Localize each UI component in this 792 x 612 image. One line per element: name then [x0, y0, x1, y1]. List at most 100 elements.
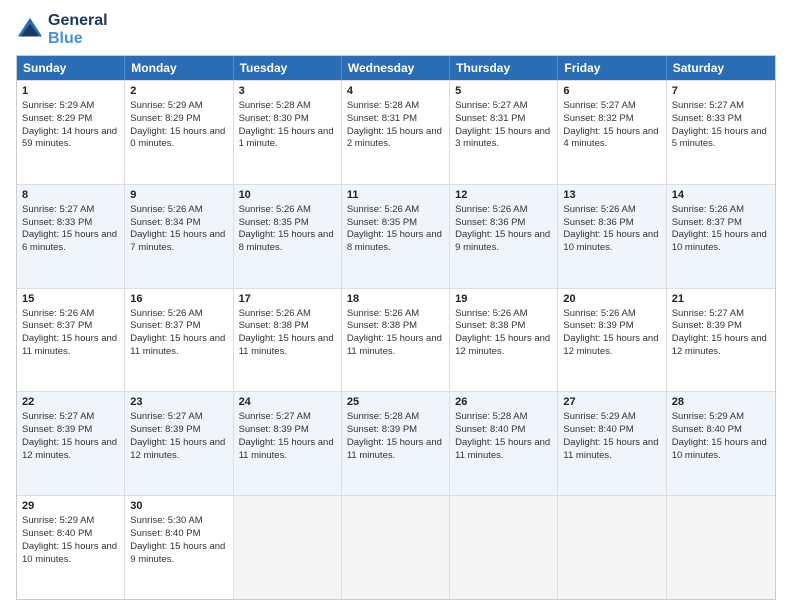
day-cell-2: 2Sunrise: 5:29 AMSunset: 8:29 PMDaylight…	[125, 81, 233, 184]
day-info: Sunrise: 5:26 AMSunset: 8:36 PMDaylight:…	[455, 204, 550, 253]
day-info: Sunrise: 5:27 AMSunset: 8:33 PMDaylight:…	[672, 100, 767, 149]
day-number: 22	[22, 395, 119, 410]
day-number: 7	[672, 84, 770, 99]
day-cell-30: 30Sunrise: 5:30 AMSunset: 8:40 PMDayligh…	[125, 496, 233, 599]
day-info: Sunrise: 5:26 AMSunset: 8:34 PMDaylight:…	[130, 204, 225, 253]
day-info: Sunrise: 5:26 AMSunset: 8:38 PMDaylight:…	[239, 308, 334, 357]
day-header-friday: Friday	[558, 56, 666, 80]
day-header-monday: Monday	[125, 56, 233, 80]
day-cell-21: 21Sunrise: 5:27 AMSunset: 8:39 PMDayligh…	[667, 289, 775, 392]
day-info: Sunrise: 5:29 AMSunset: 8:40 PMDaylight:…	[672, 411, 767, 460]
day-cell-15: 15Sunrise: 5:26 AMSunset: 8:37 PMDayligh…	[17, 289, 125, 392]
day-cell-12: 12Sunrise: 5:26 AMSunset: 8:36 PMDayligh…	[450, 185, 558, 288]
day-info: Sunrise: 5:26 AMSunset: 8:38 PMDaylight:…	[347, 308, 442, 357]
calendar-header: SundayMondayTuesdayWednesdayThursdayFrid…	[17, 56, 775, 80]
calendar-row: 15Sunrise: 5:26 AMSunset: 8:37 PMDayligh…	[17, 288, 775, 392]
page: General Blue SundayMondayTuesdayWednesda…	[0, 0, 792, 612]
day-cell-27: 27Sunrise: 5:29 AMSunset: 8:40 PMDayligh…	[558, 392, 666, 495]
day-info: Sunrise: 5:28 AMSunset: 8:30 PMDaylight:…	[239, 100, 334, 149]
day-cell-23: 23Sunrise: 5:27 AMSunset: 8:39 PMDayligh…	[125, 392, 233, 495]
day-cell-13: 13Sunrise: 5:26 AMSunset: 8:36 PMDayligh…	[558, 185, 666, 288]
day-cell-28: 28Sunrise: 5:29 AMSunset: 8:40 PMDayligh…	[667, 392, 775, 495]
day-cell-10: 10Sunrise: 5:26 AMSunset: 8:35 PMDayligh…	[234, 185, 342, 288]
day-info: Sunrise: 5:27 AMSunset: 8:39 PMDaylight:…	[239, 411, 334, 460]
day-number: 2	[130, 84, 227, 99]
day-cell-1: 1Sunrise: 5:29 AMSunset: 8:29 PMDaylight…	[17, 81, 125, 184]
day-info: Sunrise: 5:26 AMSunset: 8:37 PMDaylight:…	[672, 204, 767, 253]
calendar-body: 1Sunrise: 5:29 AMSunset: 8:29 PMDaylight…	[17, 80, 775, 599]
day-info: Sunrise: 5:27 AMSunset: 8:39 PMDaylight:…	[22, 411, 117, 460]
empty-cell	[558, 496, 666, 599]
day-info: Sunrise: 5:29 AMSunset: 8:40 PMDaylight:…	[22, 515, 117, 564]
day-number: 17	[239, 292, 336, 307]
day-number: 27	[563, 395, 660, 410]
logo-icon	[16, 16, 44, 44]
day-cell-29: 29Sunrise: 5:29 AMSunset: 8:40 PMDayligh…	[17, 496, 125, 599]
day-cell-4: 4Sunrise: 5:28 AMSunset: 8:31 PMDaylight…	[342, 81, 450, 184]
day-number: 23	[130, 395, 227, 410]
day-number: 29	[22, 499, 119, 514]
day-info: Sunrise: 5:27 AMSunset: 8:33 PMDaylight:…	[22, 204, 117, 253]
day-number: 16	[130, 292, 227, 307]
calendar-row: 8Sunrise: 5:27 AMSunset: 8:33 PMDaylight…	[17, 184, 775, 288]
day-cell-25: 25Sunrise: 5:28 AMSunset: 8:39 PMDayligh…	[342, 392, 450, 495]
day-cell-26: 26Sunrise: 5:28 AMSunset: 8:40 PMDayligh…	[450, 392, 558, 495]
day-header-wednesday: Wednesday	[342, 56, 450, 80]
day-info: Sunrise: 5:27 AMSunset: 8:39 PMDaylight:…	[672, 308, 767, 357]
day-number: 26	[455, 395, 552, 410]
day-cell-18: 18Sunrise: 5:26 AMSunset: 8:38 PMDayligh…	[342, 289, 450, 392]
day-cell-3: 3Sunrise: 5:28 AMSunset: 8:30 PMDaylight…	[234, 81, 342, 184]
calendar-row: 1Sunrise: 5:29 AMSunset: 8:29 PMDaylight…	[17, 80, 775, 184]
day-number: 4	[347, 84, 444, 99]
day-number: 24	[239, 395, 336, 410]
day-number: 10	[239, 188, 336, 203]
day-number: 6	[563, 84, 660, 99]
day-number: 3	[239, 84, 336, 99]
day-info: Sunrise: 5:28 AMSunset: 8:39 PMDaylight:…	[347, 411, 442, 460]
day-number: 19	[455, 292, 552, 307]
day-number: 12	[455, 188, 552, 203]
day-cell-9: 9Sunrise: 5:26 AMSunset: 8:34 PMDaylight…	[125, 185, 233, 288]
empty-cell	[234, 496, 342, 599]
empty-cell	[342, 496, 450, 599]
day-info: Sunrise: 5:26 AMSunset: 8:37 PMDaylight:…	[22, 308, 117, 357]
day-info: Sunrise: 5:29 AMSunset: 8:40 PMDaylight:…	[563, 411, 658, 460]
day-number: 13	[563, 188, 660, 203]
day-header-tuesday: Tuesday	[234, 56, 342, 80]
day-header-thursday: Thursday	[450, 56, 558, 80]
day-cell-22: 22Sunrise: 5:27 AMSunset: 8:39 PMDayligh…	[17, 392, 125, 495]
day-info: Sunrise: 5:26 AMSunset: 8:38 PMDaylight:…	[455, 308, 550, 357]
day-cell-6: 6Sunrise: 5:27 AMSunset: 8:32 PMDaylight…	[558, 81, 666, 184]
day-number: 1	[22, 84, 119, 99]
calendar-row: 29Sunrise: 5:29 AMSunset: 8:40 PMDayligh…	[17, 495, 775, 599]
day-number: 18	[347, 292, 444, 307]
day-header-saturday: Saturday	[667, 56, 775, 80]
day-info: Sunrise: 5:28 AMSunset: 8:31 PMDaylight:…	[347, 100, 442, 149]
day-info: Sunrise: 5:27 AMSunset: 8:32 PMDaylight:…	[563, 100, 658, 149]
day-number: 9	[130, 188, 227, 203]
day-cell-7: 7Sunrise: 5:27 AMSunset: 8:33 PMDaylight…	[667, 81, 775, 184]
day-info: Sunrise: 5:26 AMSunset: 8:39 PMDaylight:…	[563, 308, 658, 357]
day-number: 28	[672, 395, 770, 410]
day-number: 5	[455, 84, 552, 99]
day-cell-11: 11Sunrise: 5:26 AMSunset: 8:35 PMDayligh…	[342, 185, 450, 288]
day-cell-19: 19Sunrise: 5:26 AMSunset: 8:38 PMDayligh…	[450, 289, 558, 392]
day-info: Sunrise: 5:29 AMSunset: 8:29 PMDaylight:…	[22, 100, 117, 149]
day-cell-20: 20Sunrise: 5:26 AMSunset: 8:39 PMDayligh…	[558, 289, 666, 392]
day-cell-16: 16Sunrise: 5:26 AMSunset: 8:37 PMDayligh…	[125, 289, 233, 392]
day-info: Sunrise: 5:28 AMSunset: 8:40 PMDaylight:…	[455, 411, 550, 460]
day-number: 15	[22, 292, 119, 307]
day-info: Sunrise: 5:26 AMSunset: 8:35 PMDaylight:…	[239, 204, 334, 253]
day-info: Sunrise: 5:27 AMSunset: 8:39 PMDaylight:…	[130, 411, 225, 460]
day-number: 21	[672, 292, 770, 307]
day-number: 8	[22, 188, 119, 203]
day-header-sunday: Sunday	[17, 56, 125, 80]
logo: General Blue	[16, 12, 108, 47]
calendar-row: 22Sunrise: 5:27 AMSunset: 8:39 PMDayligh…	[17, 391, 775, 495]
day-cell-24: 24Sunrise: 5:27 AMSunset: 8:39 PMDayligh…	[234, 392, 342, 495]
day-info: Sunrise: 5:30 AMSunset: 8:40 PMDaylight:…	[130, 515, 225, 564]
day-info: Sunrise: 5:27 AMSunset: 8:31 PMDaylight:…	[455, 100, 550, 149]
day-cell-5: 5Sunrise: 5:27 AMSunset: 8:31 PMDaylight…	[450, 81, 558, 184]
day-cell-17: 17Sunrise: 5:26 AMSunset: 8:38 PMDayligh…	[234, 289, 342, 392]
day-number: 25	[347, 395, 444, 410]
